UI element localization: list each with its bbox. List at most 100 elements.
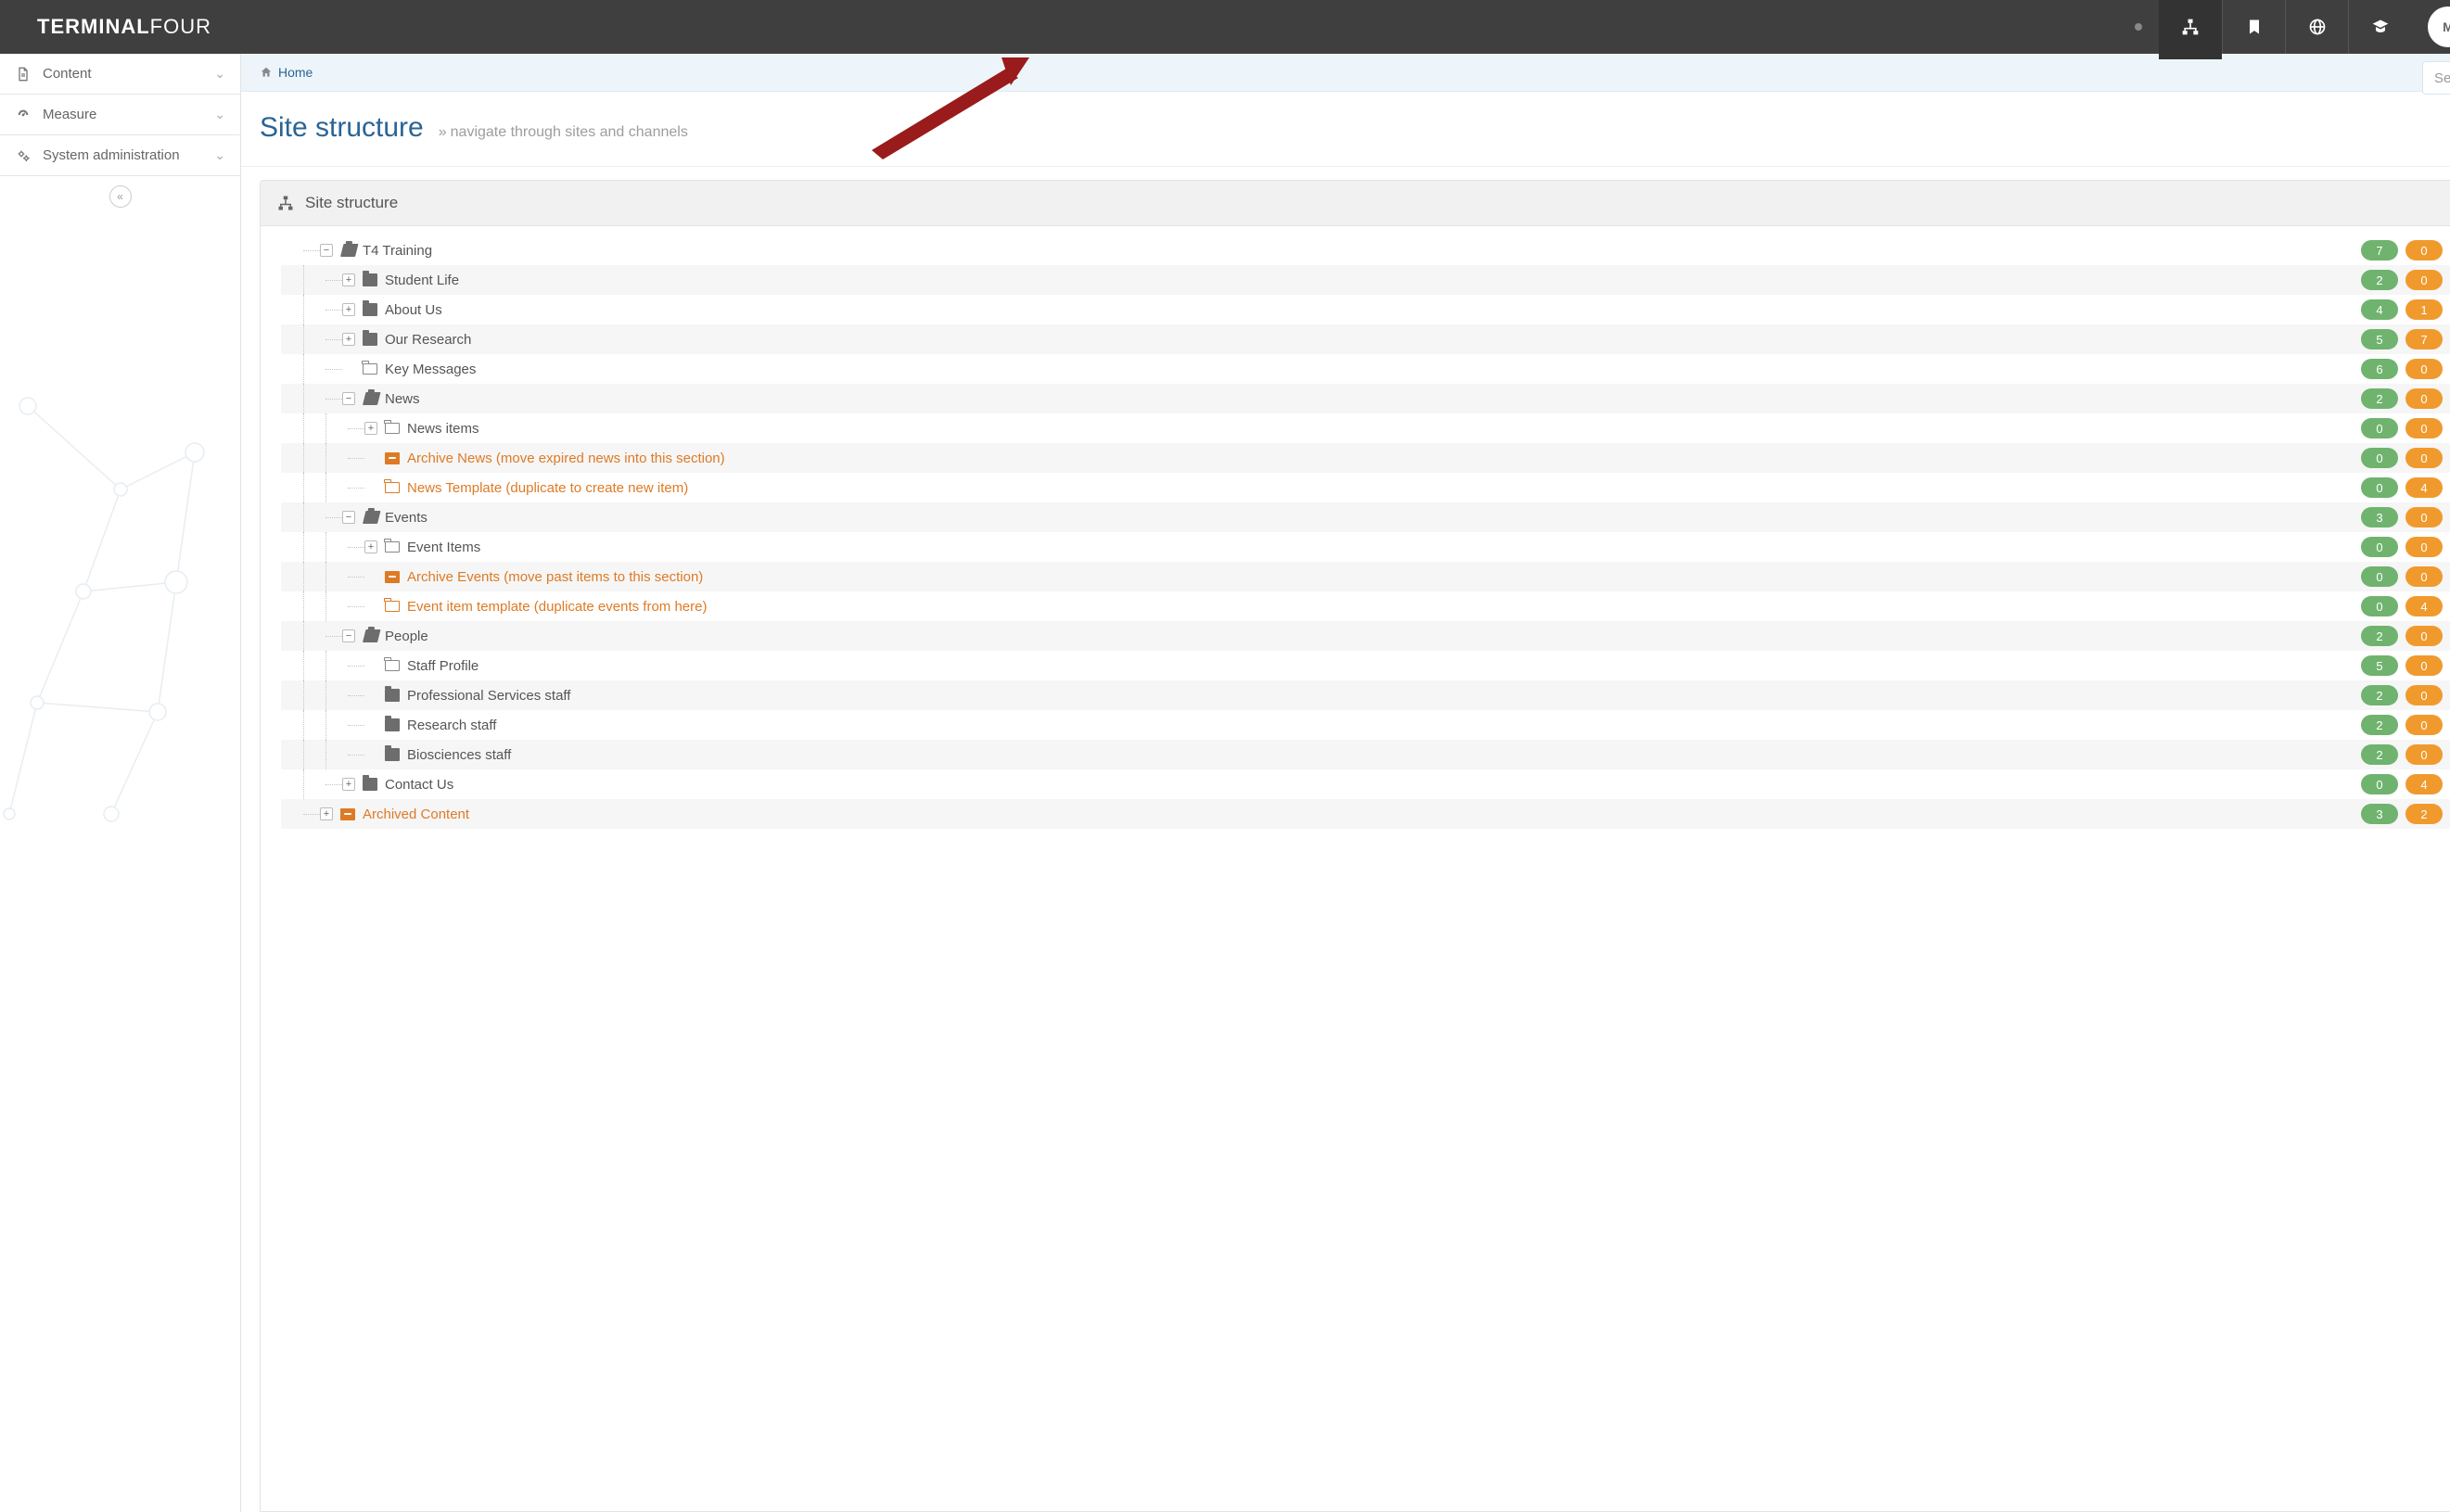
sidebar-item-system-administration[interactable]: System administration ⌄ [0, 135, 240, 176]
tree-row-label[interactable]: Biosciences staff [407, 747, 511, 763]
tree-row-label[interactable]: Archive Events (move past items to this … [407, 569, 703, 585]
language-button[interactable] [2285, 0, 2348, 54]
tree-row[interactable]: − Events 30 [281, 502, 2450, 532]
tree-row-label[interactable]: Professional Services staff [407, 688, 570, 704]
folder-outline-icon [385, 601, 400, 612]
sidebar-item-content[interactable]: Content ⌄ [0, 54, 240, 95]
chevron-down-icon: ⌄ [214, 107, 225, 122]
tree-row-label[interactable]: Key Messages [385, 362, 476, 377]
breadcrumb-home[interactable]: Home [260, 65, 313, 80]
search-placeholder: Se [2434, 70, 2450, 86]
training-button[interactable] [2348, 0, 2411, 54]
collapse-toggle[interactable]: − [342, 629, 355, 642]
tree-row-label[interactable]: Research staff [407, 718, 496, 733]
collapse-toggle[interactable]: − [342, 511, 355, 524]
tree-row[interactable]: Archive Events (move past items to this … [281, 562, 2450, 591]
tree-row-label[interactable]: Archive News (move expired news into thi… [407, 451, 725, 466]
approved-count-badge: 0 [2361, 537, 2398, 557]
approved-count-badge: 0 [2361, 596, 2398, 616]
tree-row[interactable]: Archive News (move expired news into thi… [281, 443, 2450, 473]
expand-toggle[interactable]: + [320, 807, 333, 820]
tree-row-label[interactable]: News items [407, 421, 479, 437]
status-badges: 32 [2361, 804, 2446, 824]
site-structure-button[interactable] [2159, 0, 2222, 59]
tree-row-label[interactable]: Student Life [385, 273, 459, 288]
search-input[interactable]: Se [2422, 61, 2450, 95]
tree-row[interactable]: + News items 00 [281, 413, 2450, 443]
sidebar-collapse-handle[interactable]: « [0, 176, 240, 217]
tree-row[interactable]: Biosciences staff 20 [281, 740, 2450, 769]
page-title: Site structure [260, 112, 424, 144]
tree-row-label[interactable]: Events [385, 510, 427, 526]
tree-row[interactable]: − T4 Training 70 [281, 235, 2450, 265]
approved-count-badge: 3 [2361, 507, 2398, 527]
tree-row[interactable]: +Our Research57 [281, 324, 2450, 354]
tree-row[interactable]: −People20 [281, 621, 2450, 651]
tree-row[interactable]: +About Us41 [281, 295, 2450, 324]
tree-row[interactable]: Key Messages60 [281, 354, 2450, 384]
folder-closed-icon [363, 333, 377, 346]
breadcrumb-label: Home [278, 65, 313, 80]
approved-count-badge: 0 [2361, 448, 2398, 468]
folder-closed-icon [363, 303, 377, 316]
archive-icon [385, 452, 400, 464]
tree[interactable]: −T4 Training70+Student Life20+About Us41… [261, 226, 2450, 1511]
expand-toggle[interactable]: + [342, 303, 355, 316]
pending-count-badge: 2 [2405, 804, 2443, 824]
tree-row-label[interactable]: News [385, 391, 420, 407]
tree-row[interactable]: +Contact Us04 [281, 769, 2450, 799]
gears-icon [15, 148, 32, 163]
sidebar-item-measure[interactable]: Measure ⌄ [0, 95, 240, 135]
tree-row[interactable]: +Student Life20 [281, 265, 2450, 295]
status-badges: 04 [2361, 596, 2446, 616]
panel-header: Site structure [261, 181, 2450, 226]
archive-icon [385, 571, 400, 583]
tree-row-label[interactable]: Our Research [385, 332, 471, 348]
status-badges: 00 [2361, 448, 2446, 468]
tree-row[interactable]: News Template (duplicate to create new i… [281, 473, 2450, 502]
status-badges: 00 [2361, 418, 2446, 438]
site-structure-panel: Site structure −T4 Training70+Student Li… [260, 180, 2450, 1512]
expand-toggle[interactable]: + [342, 333, 355, 346]
tree-row-label[interactable]: Contact Us [385, 777, 453, 793]
tree-row-label[interactable]: T4 Training [363, 243, 432, 259]
status-badges: 50 [2361, 655, 2446, 676]
tree-row[interactable]: Staff Profile 50 [281, 651, 2450, 680]
tree-row-label[interactable]: About Us [385, 302, 442, 318]
pending-count-badge: 0 [2405, 537, 2443, 557]
pending-count-badge: 0 [2405, 418, 2443, 438]
folder-outline-icon [385, 660, 400, 671]
status-badges: 20 [2361, 744, 2446, 765]
status-badges: 70 [2361, 240, 2446, 260]
pending-count-badge: 7 [2405, 329, 2443, 349]
tree-row-label[interactable]: News Template (duplicate to create new i… [407, 480, 688, 496]
avatar[interactable]: M [2428, 6, 2450, 47]
approved-count-badge: 2 [2361, 388, 2398, 409]
tree-row-label[interactable]: Event Items [407, 540, 480, 555]
tree-row[interactable]: −News20 [281, 384, 2450, 413]
pending-count-badge: 0 [2405, 507, 2443, 527]
expand-toggle[interactable]: + [342, 273, 355, 286]
tree-row-label[interactable]: People [385, 629, 428, 644]
tree-row[interactable]: Professional Services staff20 [281, 680, 2450, 710]
tree-row-label[interactable]: Event item template (duplicate events fr… [407, 599, 707, 615]
sidebar-item-label: Measure [43, 107, 214, 122]
expand-toggle[interactable]: + [364, 540, 377, 553]
bookmark-icon [2245, 18, 2264, 36]
expand-toggle[interactable]: + [364, 422, 377, 435]
pending-count-badge: 0 [2405, 270, 2443, 290]
tree-row[interactable]: Event item template (duplicate events fr… [281, 591, 2450, 621]
folder-closed-icon [385, 748, 400, 761]
tree-row[interactable]: + Event Items 00 [281, 532, 2450, 562]
tree-row-label[interactable]: Staff Profile [407, 658, 479, 674]
tree-row[interactable]: + Archived Content 32 [281, 799, 2450, 829]
collapse-toggle[interactable]: − [342, 392, 355, 405]
expand-toggle[interactable]: + [342, 778, 355, 791]
tree-row[interactable]: Research staff20 [281, 710, 2450, 740]
status-badges: 30 [2361, 507, 2446, 527]
collapse-toggle[interactable]: − [320, 244, 333, 257]
folder-closed-icon [385, 689, 400, 702]
bookmark-button[interactable] [2222, 0, 2285, 54]
status-indicator-icon [2135, 23, 2142, 31]
tree-row-label[interactable]: Archived Content [363, 807, 469, 822]
